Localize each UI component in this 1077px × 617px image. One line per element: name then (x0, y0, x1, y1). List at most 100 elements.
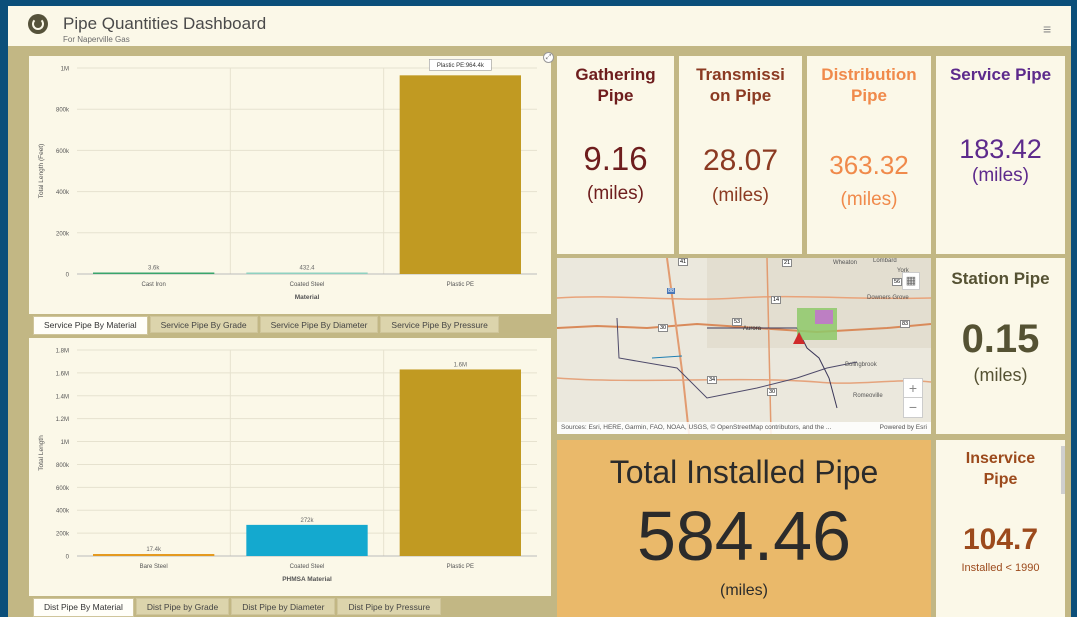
total-installed-pipe-title: Total Installed Pipe (609, 454, 879, 490)
data-label: 17.4k (146, 547, 162, 553)
inservice-pipe-title: Inservice Pipe (965, 450, 1036, 488)
y-tick-label: 0 (66, 273, 70, 279)
zoom-control: + − (903, 378, 923, 418)
map-route-shield: 30 (658, 324, 669, 332)
map-route-shield: 88 (667, 288, 676, 294)
service-pipe-value: 183.42 (959, 134, 1042, 164)
distribution-pipe-card: Distribution Pipe 363.32 (miles) (807, 56, 931, 254)
y-tick-label: 200k (56, 532, 70, 538)
map-route-shield: 30 (767, 388, 778, 396)
page-title: Pipe Quantities Dashboard (63, 14, 267, 33)
inservice-pipe-unit: Installed < 1990 (961, 562, 1040, 574)
distribution-pipe-unit: (miles) (840, 189, 898, 210)
menu-icon[interactable]: ≡ (1043, 22, 1055, 36)
total-installed-pipe-unit: (miles) (720, 582, 768, 599)
bar (246, 272, 368, 274)
y-tick-label: 1.2M (56, 417, 69, 423)
dist-pipe-chart: 0 200k 400k 600k 800k 1M 1.2M 1.4M 1.6M 1.8M 17.4k… (38, 349, 537, 583)
map-route-shield: 14 (771, 296, 782, 304)
map-route-shield: 56 (892, 278, 903, 286)
data-label: 3.6k (148, 266, 160, 272)
y-axis-title: Total Length (Feet) (38, 144, 45, 199)
transmission-pipe-card: Transmission Pipe 28.07 (miles) (679, 56, 802, 254)
map-label-aurora: Aurora (743, 326, 762, 332)
gathering-pipe-value: 9.16 (583, 140, 648, 177)
tab-dist-pipe-by-material[interactable]: Dist Pipe By Material (33, 598, 134, 617)
transmission-pipe-value: 28.07 (702, 144, 779, 177)
map-route-shield: 21 (782, 259, 793, 267)
tab-service-pipe-by-diameter[interactable]: Service Pipe By Diameter (259, 316, 379, 333)
distribution-pipe-value: 363.32 (829, 150, 909, 180)
basemap-gallery-icon[interactable]: ▦ (902, 272, 920, 290)
dist-chart-tabs: Dist Pipe By Material Dist Pipe by Grade… (29, 596, 551, 617)
y-tick-label: 400k (56, 190, 70, 196)
y-axis-title: Total Length (38, 435, 45, 471)
map-basemap (557, 258, 931, 434)
y-tick-label: 400k (56, 509, 70, 515)
map-route-shield: 83 (900, 320, 911, 328)
y-tick-label: 1M (61, 67, 69, 73)
dashboard-header: Pipe Quantities Dashboard For Naperville… (8, 6, 1071, 48)
y-tick-label: 600k (56, 486, 70, 492)
station-pipe-card: Station Pipe 0.15 (miles) (936, 258, 1065, 434)
map-route-shield: 41 (678, 258, 689, 266)
zoom-out-button[interactable]: − (904, 398, 922, 417)
station-pipe-value: 0.15 (961, 317, 1040, 361)
transmission-pipe-unit: (miles) (712, 185, 769, 206)
data-label: 432.4 (299, 266, 315, 272)
pipeline-map[interactable]: Wheaton Lombard York Downers Grove Auror… (557, 258, 931, 434)
total-installed-pipe-value: 584.46 (636, 497, 852, 575)
y-tick-label: 1M (61, 440, 69, 446)
powered-by-esri: Powered by Esri (879, 424, 927, 431)
service-pipe-chart-panel: 0 200k 400k 600k 800k 1M 3.6k Cast Iron 432.4 Coa… (29, 56, 551, 314)
map-label-romeoville: Romeoville (853, 393, 883, 399)
page-subtitle: For Naperville Gas (63, 35, 130, 44)
tab-service-pipe-by-grade[interactable]: Service Pipe By Grade (149, 316, 258, 333)
tab-dist-pipe-by-pressure[interactable]: Dist Pipe by Pressure (337, 598, 442, 615)
inservice-pipe-value: 104.7 (962, 523, 1039, 556)
data-label: 1.6M (454, 362, 467, 368)
tab-service-pipe-by-material[interactable]: Service Pipe By Material (33, 316, 148, 335)
tab-dist-pipe-by-diameter[interactable]: Dist Pipe by Diameter (231, 598, 336, 615)
x-tick-label: Plastic PE (447, 564, 474, 570)
map-label-wheaton: Wheaton (833, 260, 858, 266)
bar (399, 369, 521, 556)
inservice-scrollbar[interactable] (1061, 446, 1065, 494)
map-attribution-text: Sources: Esri, HERE, Garmin, FAO, NOAA, … (561, 424, 832, 431)
y-tick-label: 1.8M (56, 349, 69, 355)
y-tick-label: 800k (56, 108, 70, 114)
y-tick-label: 200k (56, 231, 70, 237)
station-pipe-title: Station Pipe (951, 269, 1050, 288)
bar (399, 75, 521, 274)
service-pipe-chart: 0 200k 400k 600k 800k 1M 3.6k Cast Iron 432.4 Coa… (38, 59, 537, 301)
zoom-in-button[interactable]: + (904, 379, 922, 398)
logo-icon (28, 14, 48, 34)
x-tick-label: Bare Steel (140, 564, 168, 570)
y-tick-label: 1.6M (56, 371, 69, 377)
y-tick-label: 600k (56, 149, 70, 155)
transmission-pipe-title: Transmission Pipe (696, 65, 785, 105)
distribution-pipe-title: Distribution Pipe (821, 65, 917, 105)
expand-icon[interactable]: ⤢ (543, 52, 554, 63)
total-installed-pipe-card: Total Installed Pipe 584.46 (miles) (557, 440, 931, 617)
map-attribution: Sources: Esri, HERE, Garmin, FAO, NOAA, … (557, 422, 931, 434)
tab-dist-pipe-by-grade[interactable]: Dist Pipe by Grade (135, 598, 230, 615)
tooltip-text: Plastic PE:964.4k (437, 63, 485, 69)
tab-service-pipe-by-pressure[interactable]: Service Pipe By Pressure (380, 316, 499, 333)
inservice-pipe-card: Inservice Pipe 104.7 Installed < 1990 (936, 440, 1065, 617)
y-tick-label: 800k (56, 463, 70, 469)
x-tick-label: Coated Steel (290, 282, 325, 288)
map-label-downers-grove: Downers Grove (867, 295, 909, 301)
map-route-shield: 34 (707, 376, 718, 384)
data-label: 272k (300, 518, 314, 524)
service-chart-tabs: Service Pipe By Material Service Pipe By… (29, 314, 551, 335)
gathering-pipe-card: Gathering Pipe 9.16 (miles) (557, 56, 674, 254)
map-label-lombard: Lombard (873, 258, 897, 264)
x-tick-label: Cast Iron (141, 282, 165, 288)
service-pipe-title: Service Pipe (949, 65, 1052, 84)
service-pipe-unit: (miles) (972, 165, 1029, 186)
bar (93, 554, 215, 556)
bar (93, 272, 215, 274)
service-pipe-card: Service Pipe 183.42 (miles) (936, 56, 1065, 254)
y-tick-label: 1.4M (56, 394, 69, 400)
